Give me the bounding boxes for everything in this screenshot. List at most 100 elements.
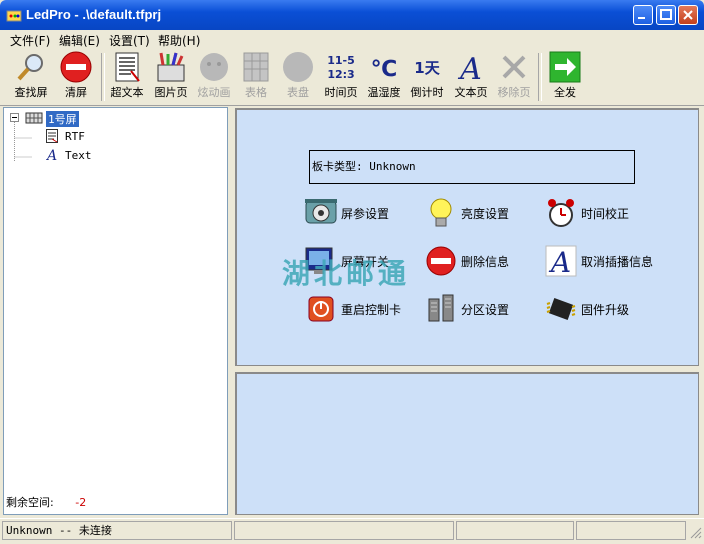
maximize-icon bbox=[660, 9, 672, 20]
card-type-box: 板卡类型: Unknown bbox=[309, 150, 635, 184]
remove-page-button[interactable]: 移除页 bbox=[491, 51, 537, 103]
svg-text:A: A bbox=[46, 148, 57, 161]
countdown-label: 倒计时 bbox=[410, 86, 444, 99]
magnifier-icon bbox=[17, 54, 43, 81]
menu-help[interactable]: 帮助(H) bbox=[158, 32, 200, 49]
status-bar: Unknown -- 未连接 bbox=[0, 518, 704, 544]
text-icon: A bbox=[46, 148, 57, 161]
hypertext-icon bbox=[115, 52, 140, 82]
picture-page-label: 图片页 bbox=[154, 86, 188, 99]
cancel-insert-button[interactable]: A 取消插播信息 bbox=[543, 244, 653, 278]
hypertext-button[interactable]: 超文本 bbox=[104, 51, 150, 103]
lightbulb-icon bbox=[430, 198, 452, 227]
table-label: 表格 bbox=[245, 86, 267, 99]
find-screen-label: 查找屏 bbox=[14, 86, 48, 99]
chip-icon bbox=[546, 298, 576, 320]
send-all-arrow-icon bbox=[549, 51, 581, 83]
partition-button[interactable]: 分区设置 bbox=[423, 292, 509, 326]
control-panel: 板卡类型: Unknown 屏参设置 亮度设置 时间校正 屏幕开关 删除信息 A… bbox=[235, 108, 699, 366]
firmware-upgrade-label: 固件升级 bbox=[581, 302, 630, 317]
restart-icon bbox=[308, 296, 334, 322]
clear-screen-label: 清屏 bbox=[65, 86, 87, 99]
time-page-label: 时间页 bbox=[324, 86, 358, 99]
partition-label: 分区设置 bbox=[461, 302, 510, 317]
menu-file[interactable]: 文件(F) bbox=[10, 32, 50, 49]
animation-label: 炫动画 bbox=[197, 86, 231, 99]
brightness-label: 亮度设置 bbox=[461, 206, 510, 221]
hypertext-label: 超文本 bbox=[110, 86, 144, 99]
partition-icon bbox=[428, 294, 454, 322]
toolbar: 查找屏 清屏 超文本 图片页 炫动画 表格 表盘 11-5 12:3 时间页 ℃ … bbox=[0, 49, 704, 106]
remaining-space-value: -2 bbox=[75, 496, 87, 509]
svg-text:1天: 1天 bbox=[414, 59, 440, 77]
text-page-label: 文本页 bbox=[454, 86, 488, 99]
menu-edit[interactable]: 编辑(E) bbox=[59, 32, 100, 49]
clear-screen-button[interactable]: 清屏 bbox=[53, 51, 99, 103]
screen-params-label: 屏参设置 bbox=[341, 206, 390, 221]
time-correction-button[interactable]: 时间校正 bbox=[543, 196, 629, 230]
no-entry-icon bbox=[60, 51, 92, 83]
dial-button[interactable]: 表盘 bbox=[275, 51, 321, 103]
time-correction-label: 时间校正 bbox=[581, 206, 630, 221]
animation-button[interactable]: 炫动画 bbox=[191, 51, 237, 103]
menu-settings[interactable]: 设置(T) bbox=[109, 32, 150, 49]
resize-grip-icon[interactable] bbox=[688, 525, 702, 539]
svg-text:11-5: 11-5 bbox=[327, 54, 355, 67]
svg-text:A: A bbox=[457, 52, 482, 83]
text-page-icon: A bbox=[457, 52, 482, 83]
picture-page-button[interactable]: 图片页 bbox=[148, 51, 194, 103]
status-pane-4 bbox=[576, 521, 686, 540]
text-page-button[interactable]: A 文本页 bbox=[448, 51, 494, 103]
remove-page-label: 移除页 bbox=[497, 86, 531, 99]
window-title: LedPro - .\default.tfprj bbox=[26, 7, 162, 22]
title-bar[interactable]: LedPro - .\default.tfprj bbox=[0, 0, 704, 30]
tree-item-text[interactable]: Text bbox=[65, 149, 92, 162]
clock-text-icon: 11-512:3 bbox=[327, 54, 355, 81]
svg-text:12:3: 12:3 bbox=[327, 68, 354, 81]
tree-root-screen[interactable]: 1号屏 bbox=[46, 111, 79, 127]
delete-info-button[interactable]: 删除信息 bbox=[423, 244, 509, 278]
minimize-button[interactable] bbox=[633, 5, 653, 25]
table-icon bbox=[243, 52, 269, 82]
svg-text:℃: ℃ bbox=[371, 57, 398, 82]
temp-humidity-label: 温湿度 bbox=[367, 86, 401, 99]
remaining-space-label: 剩余空间: bbox=[6, 496, 54, 509]
send-all-button[interactable]: 全发 bbox=[542, 51, 588, 103]
brightness-button[interactable]: 亮度设置 bbox=[423, 196, 509, 230]
find-screen-button[interactable]: 查找屏 bbox=[8, 51, 54, 103]
table-button[interactable]: 表格 bbox=[233, 51, 279, 103]
screen-params-button[interactable]: 屏参设置 bbox=[303, 196, 389, 230]
cancel-insert-icon: A bbox=[545, 245, 577, 277]
screen-tree-panel[interactable]: 1号屏 RTF A Text bbox=[3, 107, 228, 515]
celsius-icon: ℃ bbox=[371, 57, 398, 82]
connection-status: Unknown -- 未连接 bbox=[2, 521, 232, 540]
maximize-button[interactable] bbox=[656, 5, 676, 25]
dial-icon bbox=[283, 52, 313, 82]
screen-params-icon bbox=[305, 199, 337, 224]
menu-bar: 文件(F) 编辑(E) 设置(T) 帮助(H) bbox=[0, 30, 704, 49]
animation-icon bbox=[200, 53, 228, 81]
countdown-icon: 1天 bbox=[414, 59, 440, 77]
temp-humidity-button[interactable]: ℃ 温湿度 bbox=[361, 51, 407, 103]
restart-card-button[interactable]: 重启控制卡 bbox=[303, 292, 401, 326]
countdown-button[interactable]: 1天 倒计时 bbox=[404, 51, 450, 103]
tree-lines bbox=[14, 122, 33, 162]
info-panel bbox=[235, 372, 699, 515]
close-icon bbox=[683, 10, 693, 20]
svg-text:A: A bbox=[548, 246, 571, 277]
time-page-button[interactable]: 11-5 12:3 时间页 bbox=[318, 51, 364, 103]
restart-card-label: 重启控制卡 bbox=[341, 302, 402, 317]
collapse-icon[interactable] bbox=[10, 113, 19, 122]
delete-info-label: 删除信息 bbox=[461, 254, 510, 269]
remove-icon bbox=[502, 55, 526, 79]
minimize-icon bbox=[638, 17, 645, 19]
delete-icon bbox=[426, 246, 456, 276]
send-all-label: 全发 bbox=[554, 86, 576, 99]
firmware-upgrade-button[interactable]: 固件升级 bbox=[543, 292, 629, 326]
tree-item-rtf[interactable]: RTF bbox=[65, 130, 85, 143]
rtf-icon bbox=[46, 129, 58, 143]
status-pane-3 bbox=[456, 521, 574, 540]
app-icon bbox=[6, 10, 22, 22]
close-button[interactable] bbox=[678, 5, 698, 25]
screen-icon bbox=[25, 112, 43, 124]
